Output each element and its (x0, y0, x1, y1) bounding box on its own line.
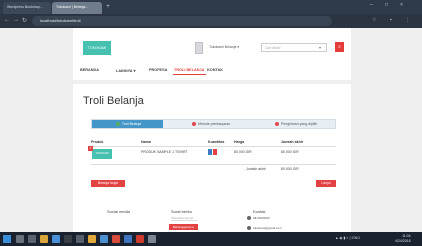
forward-icon[interactable]: → (13, 17, 19, 23)
remove-item-icon[interactable]: × (88, 146, 93, 151)
divider (91, 146, 336, 147)
account-name: Tokokami Belanja ▾ (209, 45, 240, 49)
account-avatar (195, 42, 203, 54)
step-payment-label: Metode pembayaran (198, 122, 231, 126)
app-icon[interactable] (136, 235, 144, 243)
app-icon[interactable] (148, 235, 156, 243)
url-text: localhost/tokokami/troli (40, 18, 81, 23)
browser-tab-2[interactable]: Tokokami | Belanja... (52, 2, 102, 14)
page-title: Troli Belanja (83, 95, 144, 107)
step-cart-label: Troli Belanja (121, 122, 142, 126)
subscribe-button[interactable]: Berlangganan ▸ (169, 224, 198, 230)
app-icon[interactable] (124, 235, 132, 243)
start-icon[interactable] (3, 235, 11, 243)
menu-item-profesa[interactable]: PROFESA (149, 68, 167, 72)
menu-item-lainnya[interactable]: LAINNYA ▾ (116, 68, 135, 73)
cart-total-row: Jumlah akhir 80.000 IDR (91, 166, 336, 174)
step-shipping[interactable]: Pengiriman yang dipilih (273, 120, 317, 128)
app-icon[interactable] (100, 235, 108, 243)
step-shipping-label: Pengiriman yang dipilih (281, 122, 318, 126)
continue-shopping-button[interactable]: Belanja lanjut (91, 180, 125, 187)
store-icon[interactable] (52, 235, 60, 243)
total-value: 80.000 IDR (281, 167, 299, 171)
product-name: PRODUK SAMPLE 1 TSHIRT (141, 150, 188, 154)
cart-content: Troli Belanja Troli Belanja Metode pemba… (73, 84, 351, 232)
bookmark-star-icon[interactable]: ☆ (372, 17, 376, 23)
phone-icon (247, 216, 251, 221)
search-input[interactable]: Cari disini ▾ (261, 43, 327, 52)
search-icon[interactable] (16, 235, 24, 243)
email-text: tokokami@gmail.com (253, 226, 282, 230)
chevron-down-icon[interactable]: ▾ (319, 45, 321, 50)
step-dot-icon (275, 122, 279, 127)
newsletter-email-input[interactable]: Masukkan Email (171, 216, 197, 221)
active-menu-underline (173, 74, 206, 75)
step-payment[interactable]: Metode pembayaran (190, 120, 230, 128)
app-icon[interactable] (64, 235, 72, 243)
search-placeholder: Cari disini (265, 46, 281, 50)
col-total: Jumlah akhir (281, 140, 304, 144)
menu-item-troli[interactable]: TROLI BELANJA (174, 68, 204, 72)
minimize-icon[interactable]: – (370, 2, 373, 8)
footer-newsletter-title: Surat berita (171, 209, 192, 214)
reload-icon[interactable]: ↻ (22, 17, 27, 24)
address-bar[interactable]: localhost/tokokami/troli (32, 16, 332, 26)
check-icon (115, 122, 120, 127)
col-quantity: Kuantitas (208, 140, 225, 144)
browser-tab-1[interactable]: Wordpress Bootstrap... (3, 2, 51, 14)
browser-nav-bar: ← → ↻ localhost/tokokami/troli ☆ ▪ ⋮ (0, 14, 422, 28)
total-label: Jumlah akhir (246, 167, 266, 171)
footer-email: tokokami@gmail.com (247, 226, 282, 231)
col-name: Nama (141, 140, 151, 144)
os-taskbar: ▲ ◉ ▮ ◐ ▯ ENG 11:04 4/24/2018 (0, 232, 422, 246)
maximize-icon[interactable]: □ (385, 2, 388, 8)
file-explorer-icon[interactable] (40, 235, 48, 243)
step-cart[interactable]: Troli Belanja (92, 120, 163, 128)
search-button[interactable]: ⌕ (335, 42, 344, 52)
col-product: Produk (91, 140, 104, 144)
phone-text: 0813000000 (253, 216, 270, 220)
browser-menu-icon[interactable]: ⋮ (405, 17, 410, 23)
checkout-steps: Troli Belanja Metode pembayaran Pengirim… (91, 119, 336, 129)
product-thumbnail[interactable]: TOKOKAMI (92, 149, 112, 159)
browser-tab-strip: Wordpress Bootstrap... Tokokami | Belanj… (0, 0, 422, 14)
app-icon[interactable] (88, 235, 96, 243)
product-price: 80.000 IDR (234, 150, 252, 154)
task-view-icon[interactable] (28, 235, 36, 243)
footer-phone: 0813000000 (247, 216, 270, 221)
col-price: Harga (234, 140, 245, 144)
checkout-button[interactable]: Lanjut (316, 180, 336, 187)
app-icon[interactable] (76, 235, 84, 243)
mail-icon (247, 226, 251, 231)
back-icon[interactable]: ← (4, 17, 10, 23)
divider (91, 164, 336, 165)
step-dot-icon (192, 122, 196, 127)
footer-social-title: Social media (107, 209, 130, 214)
new-tab-icon[interactable]: + (104, 3, 112, 11)
chrome-icon[interactable] (112, 235, 120, 243)
extension-icon[interactable]: ▪ (390, 17, 392, 23)
footer-contact-title: Kontak (253, 209, 266, 214)
menu-item-beranda[interactable]: BERANDA (80, 68, 99, 72)
site-logo[interactable]: TOKOKAMI (83, 41, 111, 55)
close-window-icon[interactable]: × (400, 2, 403, 8)
product-total: 80.000 IDR (281, 150, 299, 154)
site-header: TOKOKAMI Tokokami Belanja ▾ Cari disini … (73, 28, 351, 80)
remove-quantity-button[interactable] (213, 149, 217, 155)
table-row: TOKOKAMI × PRODUK SAMPLE 1 TSHIRT 80.000… (88, 146, 336, 164)
clock[interactable]: 11:04 4/24/2018 (395, 234, 411, 243)
menu-item-kontak[interactable]: KONTAK (207, 68, 223, 72)
clock-date: 4/24/2018 (395, 238, 411, 243)
system-tray[interactable]: ▲ ◉ ▮ ◐ ▯ ENG (335, 236, 360, 240)
update-quantity-button[interactable] (208, 149, 212, 155)
quantity-stepper (208, 149, 218, 155)
